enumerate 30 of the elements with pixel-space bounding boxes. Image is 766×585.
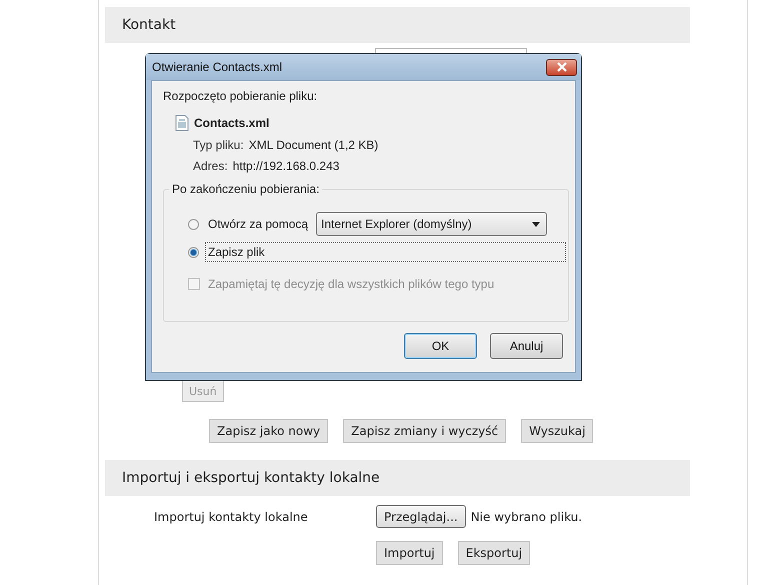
option-label[interactable]: Zapisz plik bbox=[205, 242, 566, 262]
section-title: Importuj i eksportuj kontakty lokalne bbox=[122, 470, 380, 486]
file-type: XML Document (1,2 KB) bbox=[248, 138, 378, 152]
file-type-label: Typ pliku: bbox=[193, 138, 244, 152]
close-button[interactable] bbox=[546, 58, 577, 76]
action-button[interactable]: Zapisz jako nowy bbox=[209, 419, 328, 443]
dialog-button[interactable]: OK bbox=[404, 333, 477, 359]
group-title: Po zakończeniu pobierania: bbox=[169, 182, 322, 196]
import-label: Importuj kontakty lokalne bbox=[153, 510, 309, 524]
app-dropdown[interactable]: Internet Explorer (domyślny) bbox=[316, 212, 548, 236]
action-button[interactable]: Importuj bbox=[376, 541, 443, 565]
option-label[interactable]: Otwórz za pomocą bbox=[205, 214, 312, 234]
document-icon bbox=[175, 115, 189, 131]
dialog-button[interactable]: Anuluj bbox=[490, 333, 563, 359]
file-status: Nie wybrano pliku. bbox=[470, 510, 582, 524]
checkbox-label: Zapamiętaj tę decyzję dla wszystkich plików tego typu bbox=[207, 276, 496, 293]
address: http://192.168.0.243 bbox=[232, 159, 340, 173]
browse-button[interactable]: Przeglądaj... bbox=[376, 505, 466, 528]
close-icon bbox=[556, 62, 568, 72]
address-label: Adres: bbox=[193, 159, 228, 173]
dropdown-arrow-icon bbox=[532, 222, 540, 226]
radio-button[interactable] bbox=[188, 246, 199, 258]
section-title: Kontakt bbox=[122, 17, 176, 33]
intro-text: Rozpoczęto pobieranie pliku: bbox=[163, 89, 318, 105]
radio-button[interactable] bbox=[188, 218, 199, 230]
action-button[interactable]: Eksportuj bbox=[458, 541, 530, 565]
file-name: Contacts.xml bbox=[194, 116, 270, 130]
action-button[interactable]: Wyszukaj bbox=[521, 419, 594, 443]
action-button[interactable]: Zapisz zmiany i wyczyść bbox=[343, 419, 506, 443]
window-title: Otwieranie Contacts.xml bbox=[152, 60, 282, 74]
